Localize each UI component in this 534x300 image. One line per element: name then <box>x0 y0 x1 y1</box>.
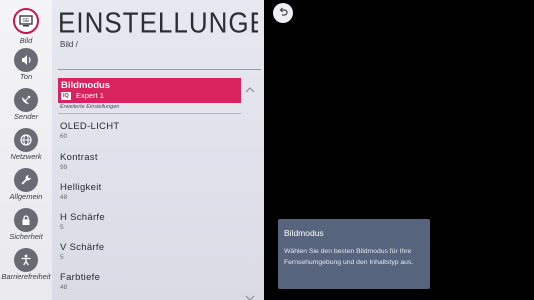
menu-item-label: Bildmodus <box>61 80 111 91</box>
picture-icon: SE <box>13 8 39 34</box>
menu-item-value: 99 <box>60 164 68 171</box>
sidebar-item-label: Allgemein <box>9 192 43 201</box>
breadcrumb: Bild / <box>60 40 78 49</box>
menu-item-h-schaerfe[interactable]: H Schärfe 5 <box>60 212 230 231</box>
menu-item-kontrast[interactable]: Kontrast 99 <box>60 152 230 171</box>
menu-item-bildmodus[interactable]: Bildmodus IQ Expert 1 <box>58 78 241 103</box>
help-text: Wählen Sie den besten Bildmodus für Ihre… <box>284 248 414 266</box>
menu-item-label: Kontrast <box>60 152 98 163</box>
sidebar-item-sicherheit[interactable]: Sicherheit <box>0 208 52 242</box>
menu-item-value: 48 <box>60 194 68 201</box>
menu-item-oled-licht[interactable]: OLED-LICHT 60 <box>60 121 230 140</box>
help-title: Bildmodus <box>284 228 324 238</box>
globe-icon <box>14 128 38 152</box>
sidebar-item-barrierefreiheit[interactable]: Barrierefreiheit <box>0 248 52 282</box>
menu-item-value: 60 <box>60 133 68 140</box>
menu-item-v-schaerfe[interactable]: V Schärfe 5 <box>60 242 230 261</box>
speaker-icon <box>14 48 38 72</box>
menu-item-helligkeit[interactable]: Helligkeit 48 <box>60 182 230 201</box>
help-tooltip: Bildmodus Wählen Sie den besten Bildmodu… <box>278 219 430 289</box>
menu-item-value: 5 <box>60 254 64 261</box>
sidebar: SE Bild Ton Sender Netzwerk Allgemein Si… <box>0 0 52 300</box>
satellite-dish-icon <box>14 88 38 112</box>
sidebar-item-label: Netzwerk <box>10 152 42 161</box>
chevron-down-icon[interactable] <box>245 288 255 300</box>
menu-item-value: 5 <box>60 224 64 231</box>
sidebar-item-netzwerk[interactable]: Netzwerk <box>0 128 52 162</box>
iq-badge: IQ <box>61 92 71 100</box>
back-button[interactable] <box>273 3 293 23</box>
svg-text:SE: SE <box>23 18 30 24</box>
sidebar-item-label: Sicherheit <box>9 232 43 241</box>
menu-item-label: H Schärfe <box>60 212 105 223</box>
settings-panel: EINSTELLUNGEN FÜ... Bild / Bildmodus IQ … <box>52 0 264 300</box>
sidebar-item-sender[interactable]: Sender <box>0 88 52 122</box>
lock-icon <box>14 208 38 232</box>
menu-item-label: V Schärfe <box>60 242 105 253</box>
menu-item-label: Helligkeit <box>60 182 102 193</box>
menu-item-label: OLED-LICHT <box>60 121 120 132</box>
menu-item-value: 48 <box>60 284 68 291</box>
sidebar-item-ton[interactable]: Ton <box>0 48 52 82</box>
divider <box>58 69 261 70</box>
wrench-icon <box>14 168 38 192</box>
chevron-up-icon[interactable] <box>245 80 255 93</box>
sidebar-item-allgemein[interactable]: Allgemein <box>0 168 52 202</box>
menu-item-label: Farbtiefe <box>60 272 101 283</box>
menu-item-value: Expert 1 <box>76 91 104 100</box>
sidebar-item-bild[interactable]: SE Bild <box>0 8 52 45</box>
sidebar-item-label: Bild <box>19 36 33 45</box>
sidebar-item-label: Ton <box>19 72 33 81</box>
sidebar-item-label: Barrierefreiheit <box>1 272 51 281</box>
page-title: EINSTELLUNGEN FÜ... <box>58 6 258 39</box>
back-arrow-icon <box>278 4 288 22</box>
section-heading: Erweiterte Einstellungen <box>60 104 120 110</box>
sidebar-item-label: Sender <box>13 112 39 121</box>
divider <box>58 113 241 114</box>
accessibility-icon <box>14 248 38 272</box>
menu-item-farbtiefe[interactable]: Farbtiefe 48 <box>60 272 230 291</box>
